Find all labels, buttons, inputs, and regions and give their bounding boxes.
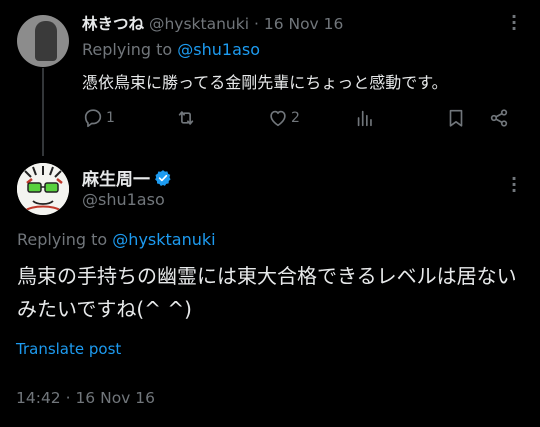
views-button[interactable] bbox=[354, 107, 376, 129]
more-dots-icon[interactable]: · · · bbox=[511, 171, 517, 199]
replying-to: Replying to @hysktanuki bbox=[17, 230, 216, 249]
main-author-row: 麻生周一 bbox=[82, 165, 172, 190]
bookmark-button[interactable] bbox=[445, 107, 467, 129]
main-tweet-text: 鳥束の手持ちの幽霊には東大合格できるレベルは居ないみたいですね(^ ^) bbox=[17, 264, 517, 321]
retweet-button[interactable] bbox=[175, 107, 197, 129]
avatar[interactable] bbox=[17, 163, 69, 215]
reply-author-row: 林きつね @hysktanuki · 16 Nov 16 bbox=[82, 12, 343, 34]
replying-to: Replying to @shu1aso bbox=[82, 40, 260, 59]
bookmark-icon bbox=[449, 109, 463, 127]
verified-badge-icon[interactable] bbox=[154, 169, 172, 187]
reply-bubble-icon bbox=[84, 109, 102, 128]
avatar[interactable] bbox=[17, 15, 69, 67]
action-bar: 1 2 bbox=[82, 107, 512, 133]
avatar-illustration bbox=[17, 163, 69, 215]
reply-count: 1 bbox=[106, 110, 115, 126]
thread-connector-line bbox=[42, 68, 44, 156]
share-icon bbox=[490, 109, 508, 127]
like-button[interactable]: 2 bbox=[267, 107, 300, 129]
replying-to-label: Replying to bbox=[17, 230, 108, 249]
retweet-icon bbox=[178, 111, 194, 125]
avatar-figure bbox=[35, 21, 57, 61]
author-handle[interactable]: @shu1aso bbox=[82, 190, 165, 209]
author-handle[interactable]: @hysktanuki bbox=[149, 15, 249, 33]
heart-icon bbox=[270, 110, 286, 127]
reply-tweet-text: 憑依鳥束に勝ってる金剛先輩にちょっと感動です。 bbox=[82, 73, 448, 92]
like-count: 2 bbox=[291, 110, 300, 126]
tweet-date[interactable]: 16 Nov 16 bbox=[264, 15, 344, 33]
replying-to-handle[interactable]: @hysktanuki bbox=[112, 230, 215, 249]
author-name[interactable]: 麻生周一 bbox=[82, 165, 150, 190]
tweet-timestamp[interactable]: 14:42 · 16 Nov 16 bbox=[16, 389, 155, 407]
replying-to-label: Replying to bbox=[82, 40, 173, 59]
author-name[interactable]: 林きつね bbox=[82, 15, 144, 33]
replying-to-handle[interactable]: @shu1aso bbox=[177, 40, 260, 59]
reply-button[interactable]: 1 bbox=[82, 107, 115, 129]
views-bars-icon bbox=[357, 110, 372, 127]
more-dots-icon[interactable]: · · · bbox=[511, 9, 517, 37]
translate-post-link[interactable]: Translate post bbox=[16, 340, 121, 358]
share-button[interactable] bbox=[488, 107, 510, 129]
separator-dot: · bbox=[253, 15, 259, 33]
